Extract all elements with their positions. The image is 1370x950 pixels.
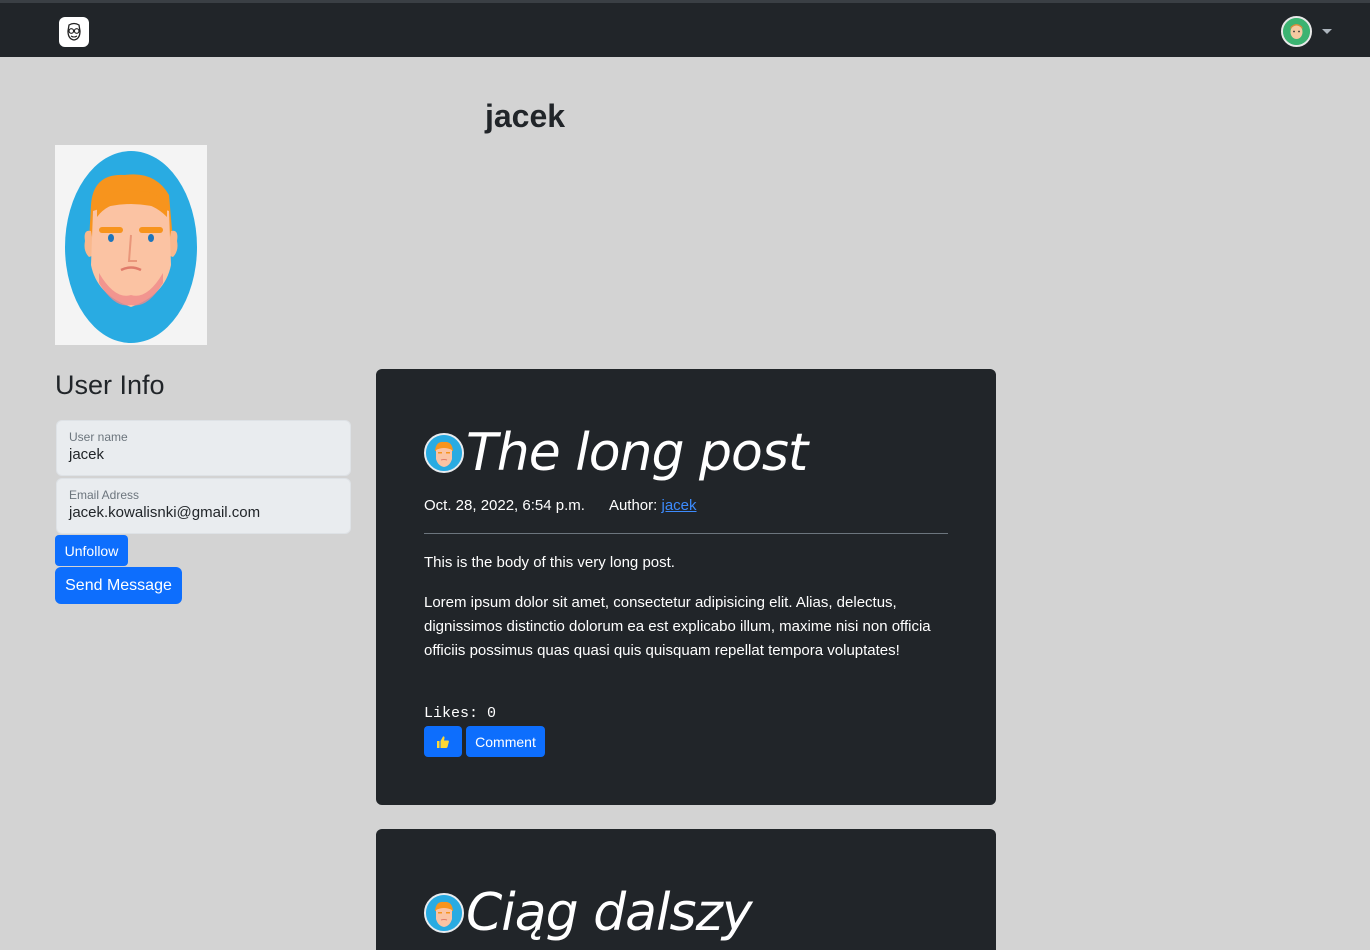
field-label: User name xyxy=(69,430,128,444)
likes-count: Likes: 0 xyxy=(424,705,497,722)
thumbs-up-icon xyxy=(437,735,449,748)
post-meta: Oct. 28, 2022, 6:54 p.m. Author: jacek xyxy=(424,497,697,514)
unfollow-button[interactable]: Unfollow xyxy=(55,535,128,566)
author-avatar-icon xyxy=(424,893,464,933)
field-label: Email Adress xyxy=(69,488,140,502)
user-menu-dropdown[interactable] xyxy=(1281,15,1332,47)
author-link[interactable]: jacek xyxy=(661,497,696,514)
send-message-button[interactable]: Send Message xyxy=(55,567,182,604)
face-glasses-logo-icon xyxy=(67,22,81,41)
chevron-down-icon[interactable] xyxy=(1322,28,1332,34)
profile-picture xyxy=(55,145,207,345)
post-header: Ciąg dalszy xyxy=(424,887,753,939)
post-paragraph: This is the body of this very long post. xyxy=(424,554,675,571)
author-avatar-icon xyxy=(424,433,464,473)
like-button[interactable] xyxy=(424,726,462,757)
post-body: This is the body of this very long post.… xyxy=(424,551,948,679)
post-header: The long post xyxy=(424,427,808,479)
divider xyxy=(424,533,948,534)
page-title: jacek xyxy=(484,98,566,134)
comment-button[interactable]: Comment xyxy=(466,726,545,757)
post-title[interactable]: Ciąg dalszy xyxy=(466,887,753,939)
post-title[interactable]: The long post xyxy=(466,427,808,479)
section-heading-user-info: User Info xyxy=(55,370,165,400)
post-card: The long post Oct. 28, 2022, 6:54 p.m. A… xyxy=(376,369,996,805)
post-card: Ciąg dalszy xyxy=(376,829,996,950)
author-label: Author: xyxy=(608,497,658,514)
brand-logo[interactable] xyxy=(59,17,89,47)
field-value: jacek xyxy=(69,446,105,463)
profile-avatar-image xyxy=(65,151,197,343)
post-author: Author: jacek xyxy=(609,497,697,514)
post-paragraph: Lorem ipsum dolor sit amet, consectetur … xyxy=(424,594,931,659)
field-value: jacek.kowalisnki@gmail.com xyxy=(69,504,261,521)
email-field: Email Adress jacek.kowalisnki@gmail.com xyxy=(56,478,351,534)
user-avatar-icon[interactable] xyxy=(1281,15,1312,47)
post-date: Oct. 28, 2022, 6:54 p.m. xyxy=(424,497,585,514)
top-navbar xyxy=(0,0,1370,57)
username-field: User name jacek xyxy=(56,420,351,476)
